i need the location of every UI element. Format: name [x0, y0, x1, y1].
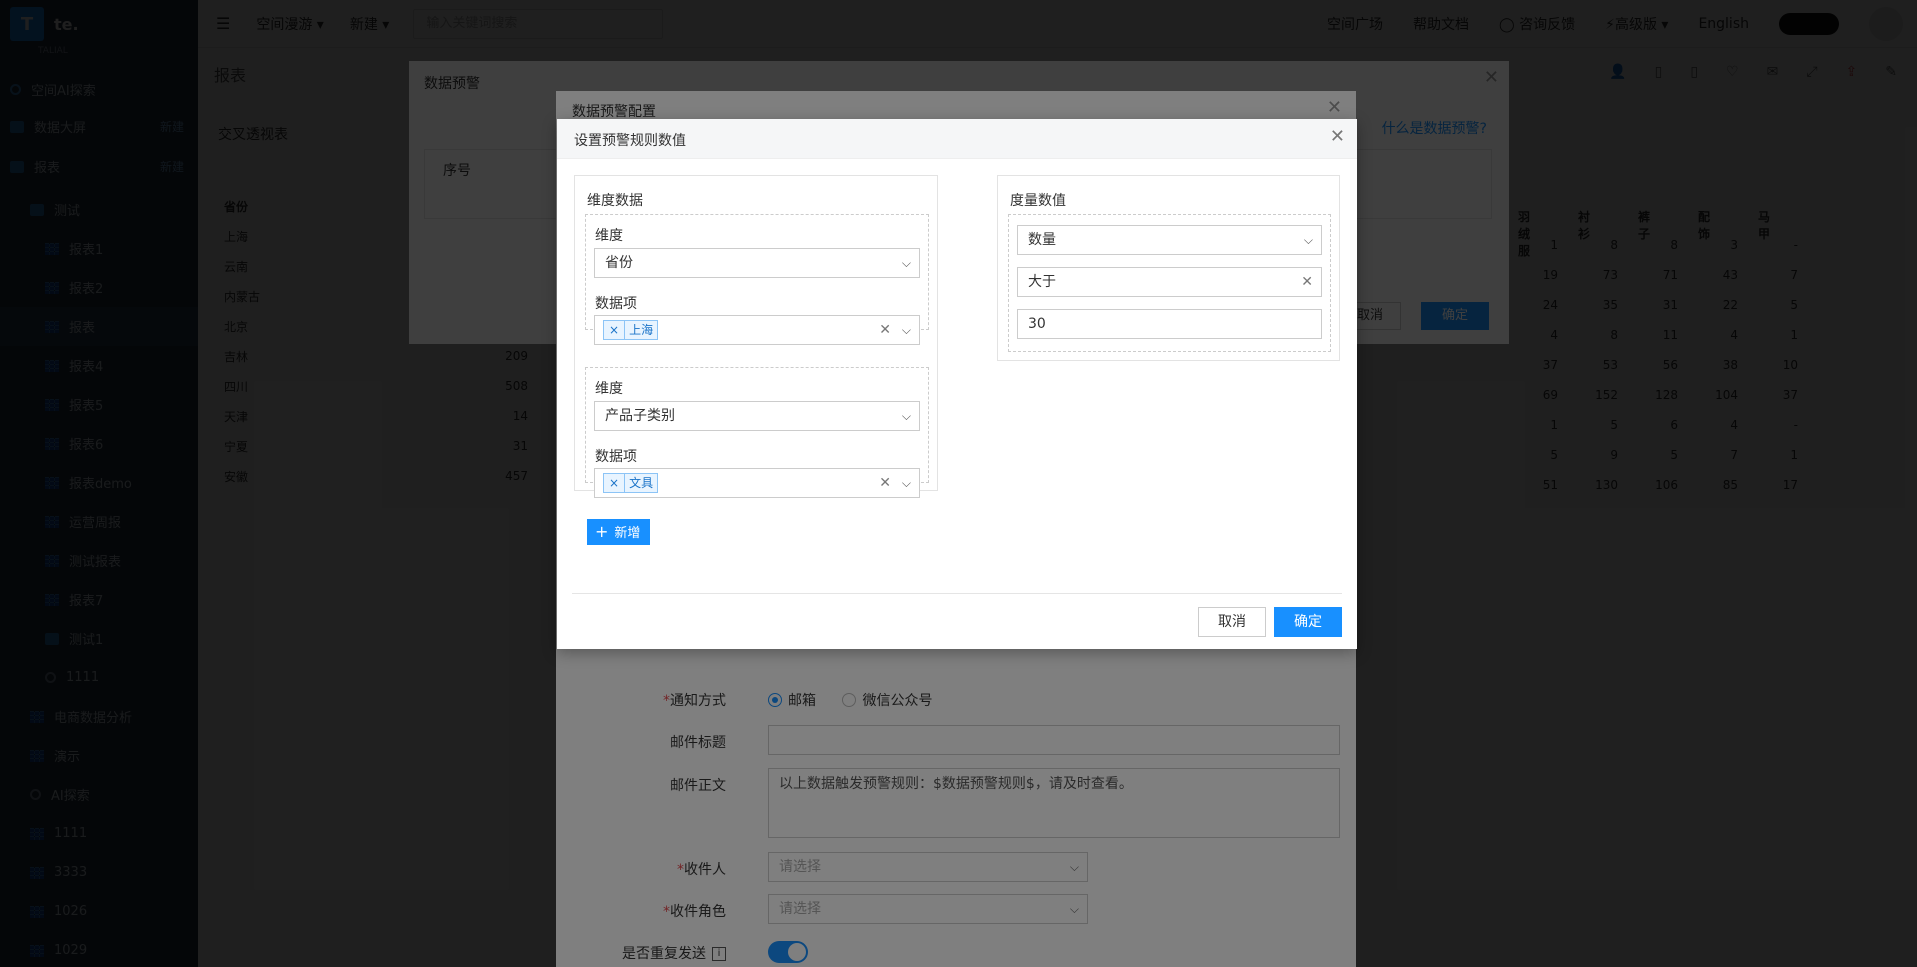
measure-group: 数量 ⌵ 大于 ✕ 30 — [1008, 214, 1331, 352]
tag-remove-icon[interactable]: × — [604, 474, 626, 492]
dimension-panel-title: 维度数据 — [587, 193, 643, 209]
dialog-title: 设置预警规则数值 — [574, 133, 686, 149]
confirm-button[interactable]: 确定 — [1274, 607, 1342, 637]
add-dimension-button[interactable]: + 新增 — [587, 519, 651, 545]
dimension-group-2: 维度 产品子类别 ⌵ 数据项 × 文具 ✕ ⌵ — [585, 367, 929, 498]
threshold-value: 30 — [1028, 316, 1046, 332]
dimension-panel: 维度数据 维度 省份 ⌵ 数据项 × 上海 ✕ ⌵ 维度 产品子类别 ⌵ 数据项 … — [574, 175, 938, 498]
measure-panel: 度量数值 数量 ⌵ 大于 ✕ 30 — [997, 175, 1340, 361]
clear-icon[interactable]: ✕ — [879, 469, 891, 497]
measure-panel-title: 度量数值 — [1010, 193, 1066, 209]
operator-select-value: 大于 — [1028, 274, 1056, 290]
dimension-select-1-value: 省份 — [605, 255, 633, 271]
data-item-tag: × 文具 — [603, 473, 659, 493]
data-item-label: 数据项 — [595, 449, 637, 465]
dimension-label: 维度 — [595, 381, 623, 397]
data-item-label: 数据项 — [595, 296, 637, 312]
chevron-down-icon: ⌵ — [901, 256, 911, 270]
dimension-select-2[interactable]: 产品子类别 ⌵ — [594, 401, 920, 431]
footer-divider — [572, 593, 1342, 594]
dimension-group-1: 维度 省份 ⌵ 数据项 × 上海 ✕ ⌵ — [585, 214, 929, 345]
chevron-down-icon: ⌵ — [901, 476, 911, 490]
measure-select[interactable]: 数量 ⌵ — [1017, 225, 1322, 255]
data-item-tag-label: 上海 — [629, 323, 654, 337]
close-icon[interactable]: ✕ — [1330, 126, 1345, 147]
alert-rule-value-dialog: 设置预警规则数值 ✕ 维度数据 维度 省份 ⌵ 数据项 × 上海 ✕ ⌵ 维度 产… — [557, 119, 1357, 649]
clear-icon[interactable]: ✕ — [1301, 268, 1313, 296]
threshold-input[interactable]: 30 — [1017, 309, 1322, 339]
chevron-down-icon: ⌵ — [901, 323, 911, 337]
data-item-select-2[interactable]: × 文具 ✕ ⌵ — [594, 468, 920, 498]
chevron-down-icon: ⌵ — [901, 409, 911, 423]
measure-select-value: 数量 — [1028, 232, 1056, 248]
tag-remove-icon[interactable]: × — [604, 321, 626, 339]
clear-icon[interactable]: ✕ — [879, 316, 891, 344]
data-item-tag-label: 文具 — [629, 476, 654, 490]
cancel-button[interactable]: 取消 — [1198, 607, 1266, 637]
dimension-label: 维度 — [595, 228, 623, 244]
data-item-tag: × 上海 — [603, 320, 659, 340]
operator-select[interactable]: 大于 ✕ — [1017, 267, 1322, 297]
dimension-select-2-value: 产品子类别 — [605, 408, 675, 424]
plus-icon: + — [595, 522, 609, 541]
dimension-select-1[interactable]: 省份 ⌵ — [594, 248, 920, 278]
add-dimension-label: 新增 — [614, 526, 641, 541]
dialog-header: 设置预警规则数值 ✕ — [557, 119, 1357, 159]
chevron-down-icon: ⌵ — [1303, 233, 1313, 247]
data-item-select-1[interactable]: × 上海 ✕ ⌵ — [594, 315, 920, 345]
